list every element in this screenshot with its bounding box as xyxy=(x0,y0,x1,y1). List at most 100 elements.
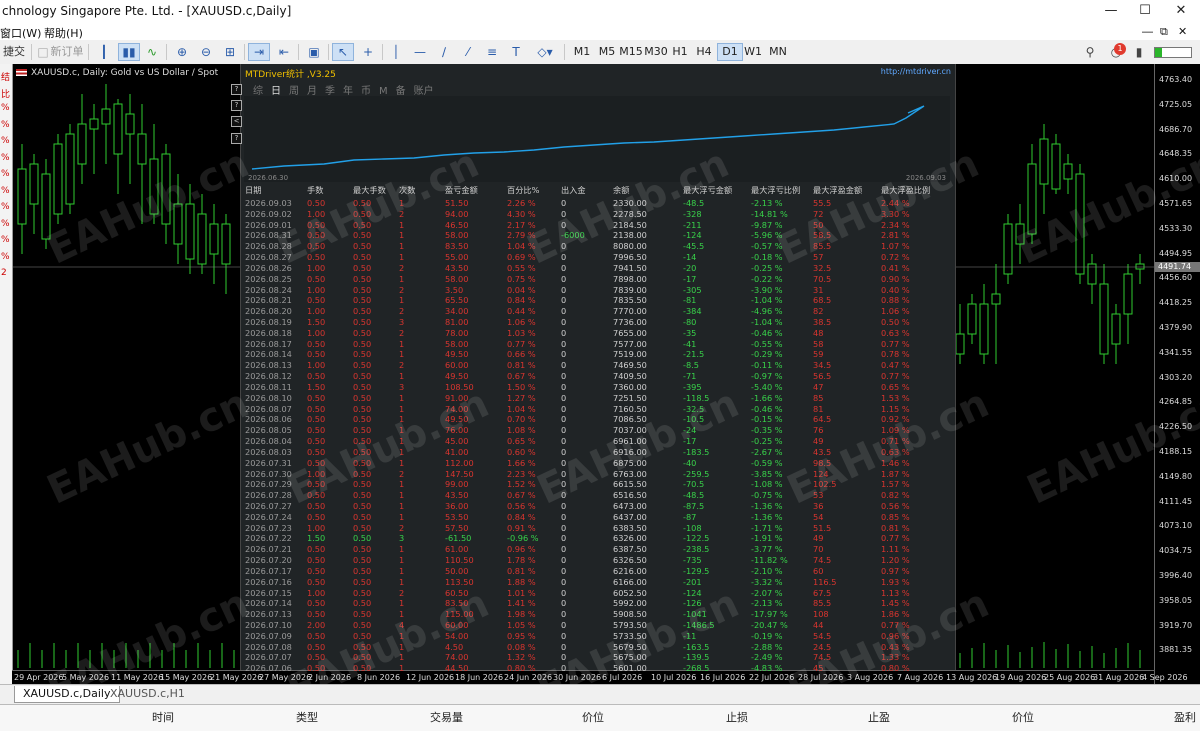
table-row: 2026.07.13 0.50 0.50 1 115.00 1.98 % 0 5908.50 -… xyxy=(245,609,951,620)
timeframe-mn[interactable]: MN xyxy=(766,43,790,61)
menu-help[interactable]: 帮助(H) xyxy=(44,25,83,41)
col-price[interactable]: 价位 xyxy=(582,709,604,725)
crosshair-icon[interactable]: + xyxy=(358,43,378,61)
table-cell: 76 xyxy=(813,425,824,436)
mdi-close-button[interactable]: ✕ xyxy=(1178,25,1187,38)
table-cell: 58 xyxy=(813,338,824,349)
table-cell: -0.97 % xyxy=(751,371,783,382)
text-icon[interactable]: T xyxy=(506,43,526,61)
timeframe-h4[interactable]: H4 xyxy=(692,43,716,61)
table-cell: 1 xyxy=(399,425,405,436)
table-cell: -41 xyxy=(683,338,697,349)
info-button[interactable]: ? xyxy=(231,100,242,111)
cursor-icon[interactable]: ↖ xyxy=(332,43,354,61)
table-cell: 57 xyxy=(813,252,824,263)
table-cell: 1.06 % xyxy=(881,306,910,317)
timeframe-m30[interactable]: M30 xyxy=(644,43,668,61)
column-header: 最大浮盈比例 xyxy=(881,185,931,195)
timeframe-m5[interactable]: M5 xyxy=(595,43,619,61)
table-cell: -2.13 % xyxy=(751,198,783,208)
table-cell: 0.50 xyxy=(353,273,372,284)
navigator-strip-label: % xyxy=(1,185,10,196)
table-cell: 0 xyxy=(561,392,567,403)
candlestick-icon[interactable]: ▮▮ xyxy=(118,43,140,61)
table-cell: 2026.07.29 xyxy=(245,479,292,490)
bar-chart-icon[interactable]: ┃ xyxy=(94,43,114,61)
zoom-out-icon[interactable]: ⊖ xyxy=(196,43,216,61)
zoom-in-icon[interactable]: ⊕ xyxy=(172,43,192,61)
col-type[interactable]: 类型 xyxy=(296,709,318,725)
table-cell: 0 xyxy=(561,619,567,630)
fibonacci-icon[interactable]: ≡ xyxy=(482,43,502,61)
menu-window[interactable]: 窗口(W) xyxy=(0,25,41,41)
minimize-button[interactable]: — xyxy=(1096,2,1126,20)
table-cell: 83.50 xyxy=(445,241,469,252)
col-time[interactable]: 时间 xyxy=(152,709,174,725)
table-cell: -71 xyxy=(683,371,697,382)
shapes-icon[interactable]: ◇▾ xyxy=(532,43,558,61)
help-button[interactable]: ? xyxy=(231,84,242,95)
table-cell: 7409.50 xyxy=(613,371,647,382)
close-button[interactable]: ✕ xyxy=(1166,2,1196,20)
new-order-button[interactable]: 新订单 xyxy=(50,43,84,61)
table-cell: 1.50 xyxy=(307,533,326,544)
col-current-price[interactable]: 价位 xyxy=(1012,709,1034,725)
toolbar-separator xyxy=(298,44,299,60)
table-cell: 1.53 % xyxy=(881,392,910,403)
price-chart[interactable]: 结比%%%%%%%%%% 2 XAUUSD.c, Daily: Gold vs U… xyxy=(0,64,1200,684)
collapse-button[interactable]: < xyxy=(231,116,242,127)
table-cell: 2026.07.22 xyxy=(245,533,292,544)
table-cell: 0 xyxy=(561,262,567,273)
chart-window-tabs: XAUUSD.c,Daily XAUUSD.c,H1 xyxy=(0,684,1200,705)
table-cell: 5733.50 xyxy=(613,630,647,641)
horizontal-line-icon[interactable]: — xyxy=(410,43,430,61)
title-bar: chnology Singapore Pte. Ltd. - [XAUUSD.c… xyxy=(0,0,1200,22)
table-cell: 3 xyxy=(399,381,405,392)
timeframe-m1[interactable]: M1 xyxy=(570,43,594,61)
about-button[interactable]: ? xyxy=(231,133,242,144)
screenshot-icon[interactable]: ▣ xyxy=(304,43,324,61)
timeframe-d1[interactable]: D1 xyxy=(717,43,743,61)
tab-xauusd-h1[interactable]: XAUUSD.c,H1 xyxy=(102,686,193,702)
table-cell: 0 xyxy=(561,273,567,284)
price-axis[interactable]: 4763.40 4725.05 4686.70 4648.35 4610.00 4571.… xyxy=(1154,64,1200,684)
table-cell: 46.50 xyxy=(445,219,469,230)
chart-shift-icon[interactable]: ⇤ xyxy=(274,43,294,61)
channel-icon[interactable]: ⁄ xyxy=(458,43,478,61)
table-cell: -126 xyxy=(683,598,702,609)
maximize-button[interactable]: ☐ xyxy=(1130,2,1160,20)
table-cell: 1 xyxy=(399,230,405,241)
col-take-profit[interactable]: 止盈 xyxy=(868,709,890,725)
timeframe-w1[interactable]: W1 xyxy=(741,43,765,61)
equity-end-date: 2026.09.03 xyxy=(905,174,946,182)
table-cell: 0.72 % xyxy=(881,252,910,263)
table-cell: 0.50 xyxy=(307,241,326,252)
col-profit[interactable]: 盈利 xyxy=(1174,709,1196,725)
mdi-restore-button[interactable]: ⧉ xyxy=(1160,25,1168,39)
timeframe-h1[interactable]: H1 xyxy=(668,43,692,61)
mdi-minimize-button[interactable]: ― xyxy=(1142,25,1153,38)
search-icon[interactable]: ⚲ xyxy=(1080,43,1100,61)
vertical-line-icon[interactable]: │ xyxy=(386,43,406,61)
table-cell: 0 xyxy=(561,295,567,306)
trendline-icon[interactable]: ∕ xyxy=(434,43,454,61)
table-cell: 0.95 % xyxy=(507,630,536,641)
col-volume[interactable]: 交易量 xyxy=(430,709,463,725)
col-stop-loss[interactable]: 止损 xyxy=(726,709,748,725)
table-cell: 0.77 % xyxy=(507,338,536,349)
autoscroll-icon[interactable]: ⇥ xyxy=(248,43,270,61)
tile-windows-icon[interactable]: ⊞ xyxy=(220,43,240,61)
toolbar-separator xyxy=(88,44,89,60)
table-cell: 57.50 xyxy=(445,522,469,533)
panel-url-link[interactable]: http://mtdriver.cn xyxy=(881,67,951,76)
column-header: 最大浮盈金额 xyxy=(813,185,863,195)
table-cell: 0.50 xyxy=(307,230,326,241)
table-cell: -0.15 % xyxy=(751,414,783,425)
table-row: 2026.08.10 0.50 0.50 1 91.00 1.27 % 0 7251.50 -1… xyxy=(245,393,951,404)
timeframe-m15[interactable]: M15 xyxy=(619,43,643,61)
auto-trading-button[interactable]: 捷交易 xyxy=(0,43,28,76)
table-cell: 98.5 xyxy=(813,457,832,468)
equity-curve: 2026.06.30 2026.09.03 xyxy=(244,96,950,182)
table-cell: 0.50 xyxy=(307,436,326,447)
line-chart-icon[interactable]: ∿ xyxy=(142,43,162,61)
